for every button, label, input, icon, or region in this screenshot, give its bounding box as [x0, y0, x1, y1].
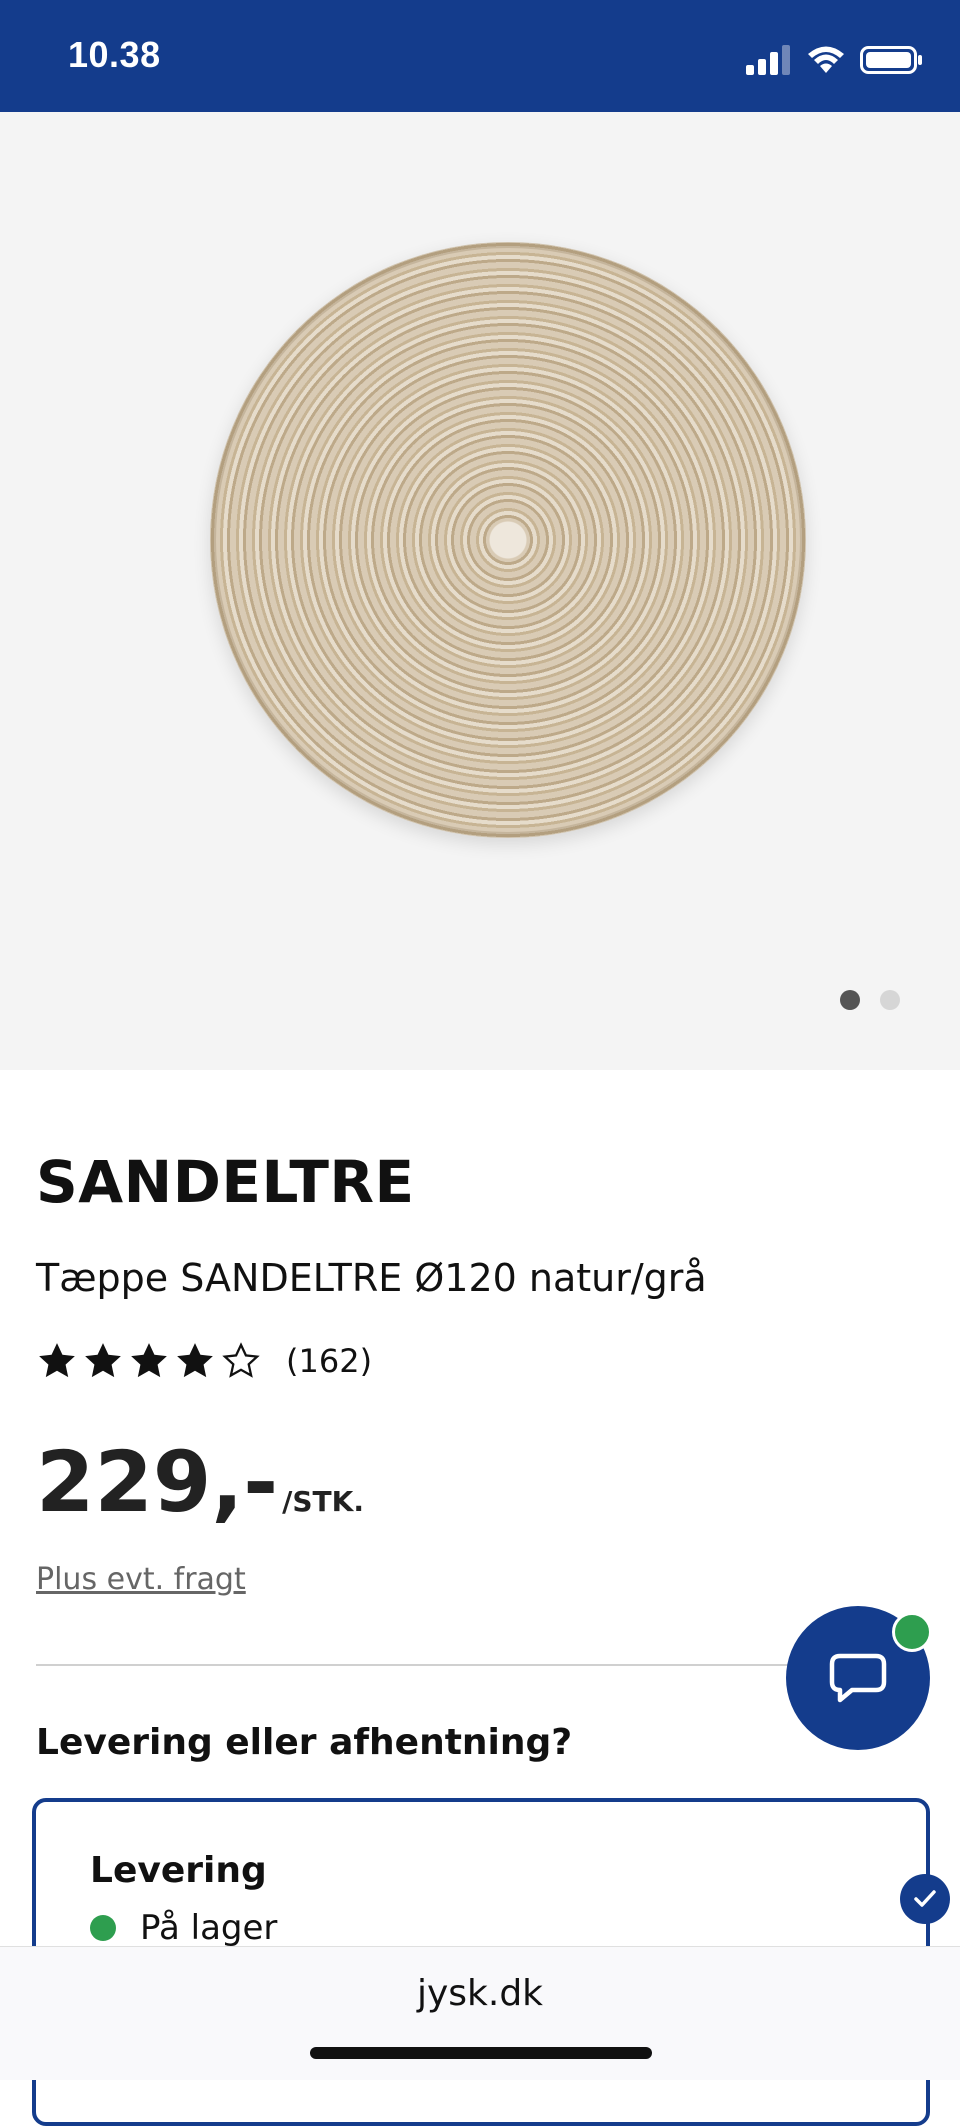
- star-empty-icon: [222, 1342, 260, 1378]
- product-name: SANDELTRE: [36, 1148, 415, 1216]
- star-filled-icon: [39, 1343, 75, 1378]
- product-image-gallery[interactable]: [0, 112, 960, 1070]
- chat-online-indicator: [892, 1612, 932, 1652]
- star-filled-icon: [131, 1343, 167, 1378]
- star-filled-icon: [177, 1343, 213, 1378]
- status-icons: [746, 40, 924, 80]
- delivery-heading: Levering eller afhentning?: [36, 1722, 573, 1763]
- gallery-pagination: [840, 990, 900, 1010]
- browser-url[interactable]: jysk.dk: [0, 1973, 960, 2014]
- signal-icon: [746, 45, 790, 75]
- selected-check-icon: [900, 1874, 950, 1924]
- chat-bubble-icon: [829, 1653, 887, 1703]
- browser-address-bar[interactable]: jysk.dk: [0, 1946, 960, 2080]
- battery-icon: [860, 46, 922, 74]
- in-stock-indicator: [90, 1915, 116, 1941]
- price-row: 229,- /STK.: [36, 1440, 364, 1524]
- gallery-dot-1[interactable]: [840, 990, 860, 1010]
- product-rating[interactable]: (162): [36, 1340, 372, 1382]
- rating-count: (162): [286, 1342, 373, 1380]
- star-filled-icon: [85, 1343, 121, 1378]
- status-bar: 10.38: [0, 0, 960, 112]
- product-description: Tæppe SANDELTRE Ø120 natur/grå: [36, 1256, 707, 1300]
- rug-edge: [210, 242, 806, 838]
- delivery-option-title: Levering: [90, 1850, 267, 1891]
- gallery-dot-2[interactable]: [880, 990, 900, 1010]
- price: 229,-: [36, 1433, 279, 1531]
- freight-link[interactable]: Plus evt. fragt: [36, 1562, 246, 1597]
- stock-status-text: På lager: [140, 1908, 278, 1948]
- home-indicator[interactable]: [310, 2047, 652, 2059]
- price-unit: /STK.: [282, 1485, 364, 1518]
- stock-status-row: På lager: [90, 1908, 277, 1948]
- status-time: 10.38: [68, 34, 161, 75]
- divider: [36, 1664, 796, 1666]
- wifi-icon: [808, 46, 844, 73]
